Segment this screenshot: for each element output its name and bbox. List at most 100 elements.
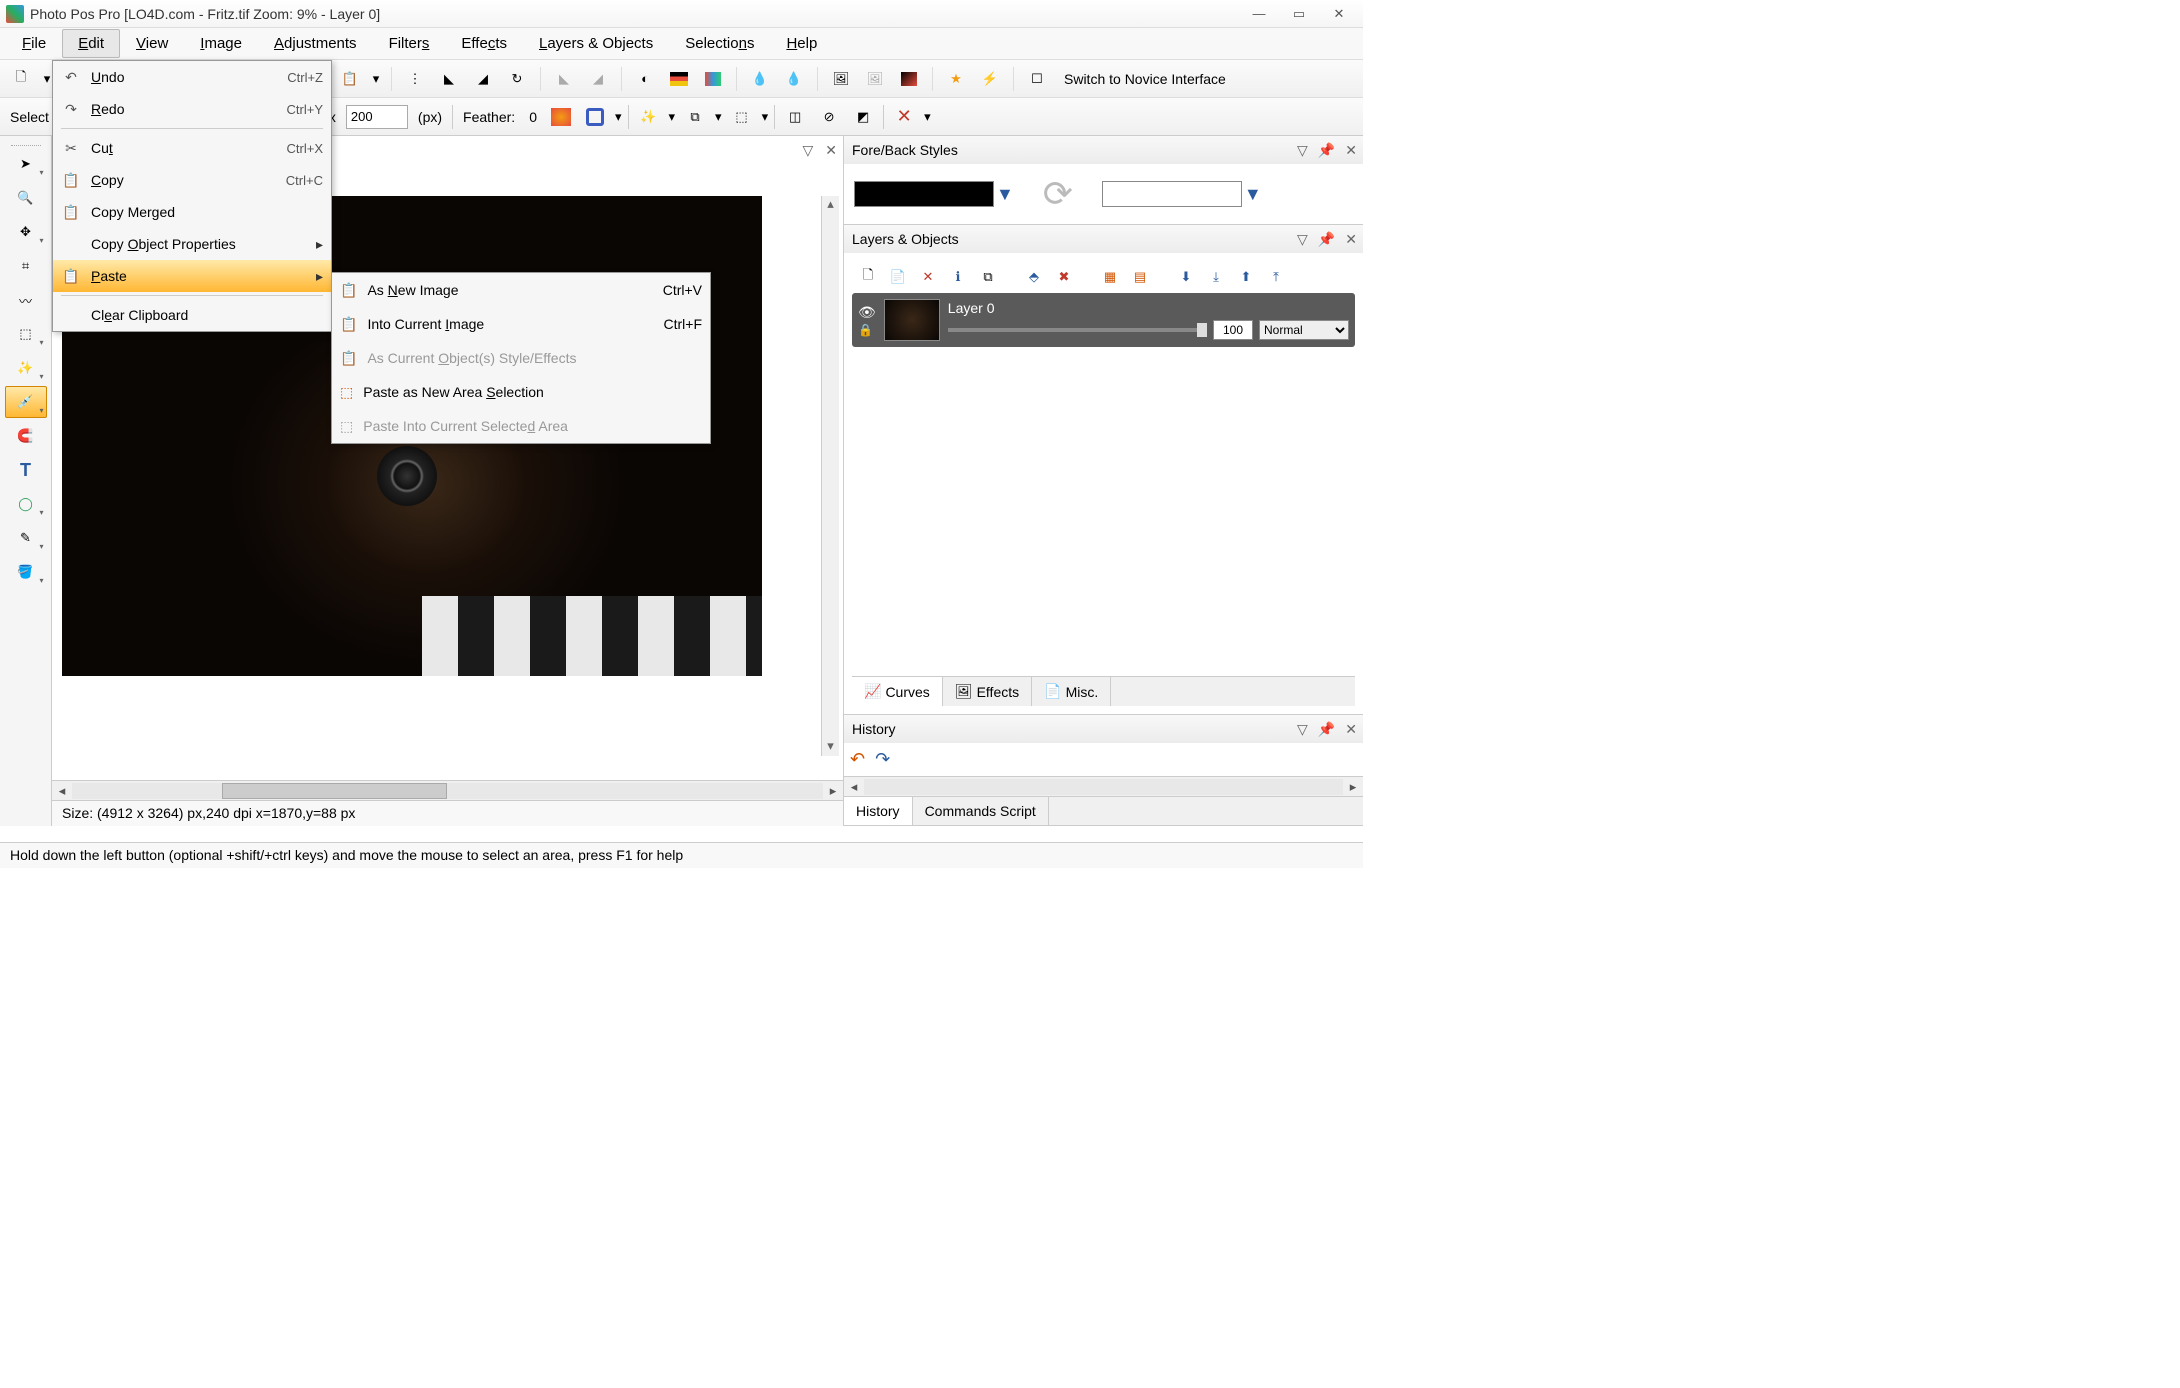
background-swatch[interactable] xyxy=(1102,181,1242,207)
panel-close-icon[interactable]: ✕ xyxy=(1345,721,1357,738)
magic-icon[interactable]: ✨ xyxy=(635,104,663,130)
menu-paste[interactable]: 📋Paste▸ xyxy=(53,260,331,292)
new-file-icon[interactable]: 🗋 xyxy=(6,65,36,93)
star-icon[interactable]: ★ xyxy=(941,65,971,93)
foreground-swatch[interactable] xyxy=(854,181,994,207)
zoom-tool[interactable]: 🔍 xyxy=(5,182,47,214)
submenu-as-new-image[interactable]: 📋As New ImageCtrl+V xyxy=(332,273,710,307)
move-sel-icon[interactable]: ⬚ xyxy=(728,104,756,130)
sel-all-icon[interactable]: ◫ xyxy=(781,104,809,130)
panel-close-icon[interactable]: ✕ xyxy=(1345,142,1357,159)
contrast-icon[interactable]: ◐ xyxy=(630,65,660,93)
info-icon[interactable]: ℹ xyxy=(946,265,970,289)
wand-tool[interactable]: ✨▾ xyxy=(5,352,47,384)
pen-tool[interactable]: ✎▾ xyxy=(5,522,47,554)
menu-copy-obj-props[interactable]: Copy Object Properties▸ xyxy=(53,228,331,260)
flip-v-icon[interactable]: ◢ xyxy=(468,65,498,93)
menu-clear-clipboard[interactable]: Clear Clipboard xyxy=(53,299,331,331)
bottom-icon[interactable]: ⤓ xyxy=(1204,265,1228,289)
layer-thumbnail[interactable] xyxy=(884,299,940,341)
undo-icon[interactable]: ↶ xyxy=(850,749,865,770)
menu-view[interactable]: View xyxy=(120,29,184,58)
menu-copy-merged[interactable]: 📋Copy Merged xyxy=(53,196,331,228)
submenu-into-current[interactable]: 📋Into Current ImageCtrl+F xyxy=(332,307,710,341)
mirror-icon[interactable]: ◣ xyxy=(549,65,579,93)
path-tool[interactable]: 〰 xyxy=(5,284,47,316)
menu-copy[interactable]: 📋CopyCtrl+C xyxy=(53,164,331,196)
picture-icon[interactable]: 🖼 xyxy=(826,65,856,93)
merge-icon[interactable]: ⬘ xyxy=(1022,265,1046,289)
picture2-icon[interactable]: 🖼 xyxy=(860,65,890,93)
menu-cut[interactable]: ✂CutCtrl+X xyxy=(53,132,331,164)
checkbox-icon[interactable]: ☐ xyxy=(1022,65,1052,93)
rgb-icon[interactable] xyxy=(698,65,728,93)
marquee-tool[interactable]: ⬚▾ xyxy=(5,318,47,350)
shapes-tool[interactable]: ◯▾ xyxy=(5,488,47,520)
eyedropper-tool[interactable]: 💉▾ xyxy=(5,386,47,418)
doc-close-icon[interactable]: ✕ xyxy=(825,142,837,159)
sel-invert-icon[interactable]: ◩ xyxy=(849,104,877,130)
collapse-icon[interactable]: ▽ xyxy=(1297,142,1308,159)
pin-icon[interactable]: 📌 xyxy=(1318,721,1335,738)
tab-history[interactable]: History xyxy=(844,797,913,825)
tab-misc[interactable]: 📄 Misc. xyxy=(1032,677,1111,706)
swap-colors-icon[interactable]: ⟳ xyxy=(1034,170,1082,218)
copy-rect-icon[interactable]: ⧉ xyxy=(681,104,709,130)
scroll-right-icon[interactable]: ▸ xyxy=(823,782,843,800)
bolt-icon[interactable]: ⚡ xyxy=(975,65,1005,93)
stroke-style-icon[interactable] xyxy=(581,104,609,130)
opacity-input[interactable] xyxy=(1213,320,1253,340)
scroll-left-icon[interactable]: ◂ xyxy=(844,778,864,796)
copy-layer-icon[interactable]: ⧉ xyxy=(976,265,1000,289)
menu-redo[interactable]: ↷RedoCtrl+Y xyxy=(53,93,331,125)
pin-icon[interactable]: 📌 xyxy=(1318,142,1335,159)
collapse-icon[interactable]: ▽ xyxy=(1297,721,1308,738)
flatten-icon[interactable]: ✖ xyxy=(1052,265,1076,289)
grip-icon[interactable] xyxy=(11,140,41,146)
menu-effects[interactable]: Effects xyxy=(445,29,523,58)
delete-layer-icon[interactable]: ✕ xyxy=(916,265,940,289)
gradient-pic-icon[interactable] xyxy=(894,65,924,93)
lock-icon[interactable]: 🔒 xyxy=(858,323,876,337)
pin-icon[interactable]: 📌 xyxy=(1318,231,1335,248)
history-scrollbar[interactable]: ◂ ▸ xyxy=(844,776,1363,796)
blend-mode-select[interactable]: Normal xyxy=(1259,320,1349,340)
flip-h-icon[interactable]: ◣ xyxy=(434,65,464,93)
dropdown-arrow-icon[interactable]: ▾ xyxy=(369,65,383,93)
paste-icon[interactable]: 📋 xyxy=(335,65,365,93)
up-icon[interactable]: ⬆ xyxy=(1234,265,1258,289)
dropdown-arrow-icon[interactable]: ▼ xyxy=(996,184,1014,205)
visibility-icon[interactable]: 👁 xyxy=(858,304,876,321)
down-icon[interactable]: ⬇ xyxy=(1174,265,1198,289)
bucket-tool[interactable]: 🪣▾ xyxy=(5,556,47,588)
menu-undo[interactable]: ↶UndoCtrl+Z xyxy=(53,61,331,93)
grip-icon[interactable]: ⋮ xyxy=(400,65,430,93)
close-button[interactable]: ✕ xyxy=(1321,6,1357,22)
ungroup-icon[interactable]: ▤ xyxy=(1128,265,1152,289)
menu-file[interactable]: File xyxy=(6,29,62,58)
scroll-right-icon[interactable]: ▸ xyxy=(1343,778,1363,796)
menu-edit[interactable]: Edit xyxy=(62,29,120,58)
fill-style-icon[interactable] xyxy=(547,104,575,130)
new-layer-icon[interactable]: 🗋 xyxy=(856,265,880,289)
layer-row[interactable]: 👁 🔒 Layer 0 Normal xyxy=(852,293,1355,347)
rotate-icon[interactable]: ↻ xyxy=(502,65,532,93)
dup-layer-icon[interactable]: 📄 xyxy=(886,265,910,289)
pointer-tool[interactable]: ➤▾ xyxy=(5,148,47,180)
menu-filters[interactable]: Filters xyxy=(373,29,446,58)
collapse-icon[interactable]: ▽ xyxy=(1297,231,1308,248)
move-tool[interactable]: ✥▾ xyxy=(5,216,47,248)
menu-selections[interactable]: Selections xyxy=(669,29,770,58)
dropdown-arrow-icon[interactable]: ▼ xyxy=(1244,184,1262,205)
scroll-left-icon[interactable]: ◂ xyxy=(52,782,72,800)
tab-commands[interactable]: Commands Script xyxy=(913,797,1049,825)
tab-effects[interactable]: 🖼 Effects xyxy=(943,677,1032,706)
sel-none-icon[interactable]: ⊘ xyxy=(815,104,843,130)
text-tool[interactable]: T xyxy=(5,454,47,486)
top-icon[interactable]: ⤒ xyxy=(1264,265,1288,289)
menu-layers[interactable]: Layers & Objects xyxy=(523,29,669,58)
group-icon[interactable]: ▦ xyxy=(1098,265,1122,289)
magnet-tool[interactable]: 🧲 xyxy=(5,420,47,452)
delete-icon[interactable]: ✕ xyxy=(890,104,918,130)
switch-interface-button[interactable]: Switch to Novice Interface xyxy=(1056,67,1234,91)
